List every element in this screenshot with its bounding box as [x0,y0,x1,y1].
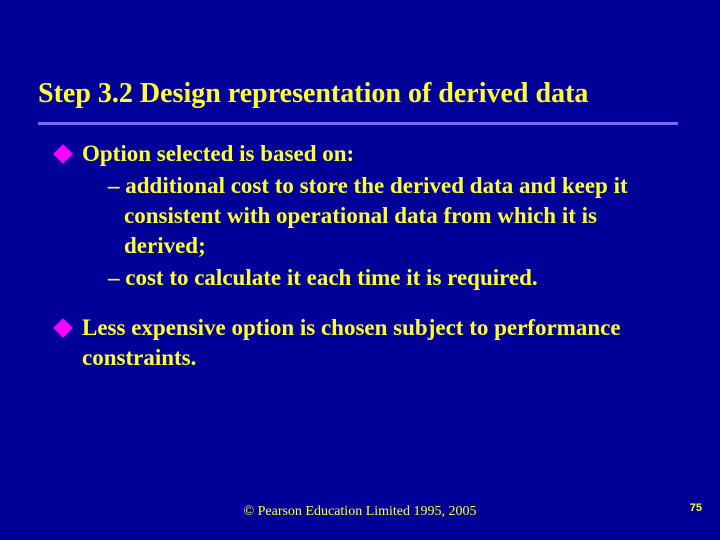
sub-item: – additional cost to store the derived d… [108,171,680,261]
bullet-text: Less expensive option is chosen subject … [82,313,680,373]
footer-copyright: © Pearson Education Limited 1995, 2005 [0,504,720,520]
title-area: Step 3.2 Design representation of derive… [0,0,720,125]
content-area: Option selected is based on: – additiona… [0,125,720,372]
bullet-text: Option selected is based on: [82,139,680,169]
bullet-body: Less expensive option is chosen subject … [82,313,680,373]
diamond-bullet-icon [53,144,73,164]
sub-item: – cost to calculate it each time it is r… [108,263,680,293]
bullet-item: Option selected is based on: – additiona… [56,139,680,294]
bullet-item: Less expensive option is chosen subject … [56,313,680,373]
slide: Step 3.2 Design representation of derive… [0,0,720,540]
bullet-body: Option selected is based on: – additiona… [82,139,680,294]
diamond-bullet-icon [53,318,73,338]
page-number: 75 [690,502,702,514]
slide-title: Step 3.2 Design representation of derive… [38,78,690,118]
sub-list: – additional cost to store the derived d… [82,171,680,293]
